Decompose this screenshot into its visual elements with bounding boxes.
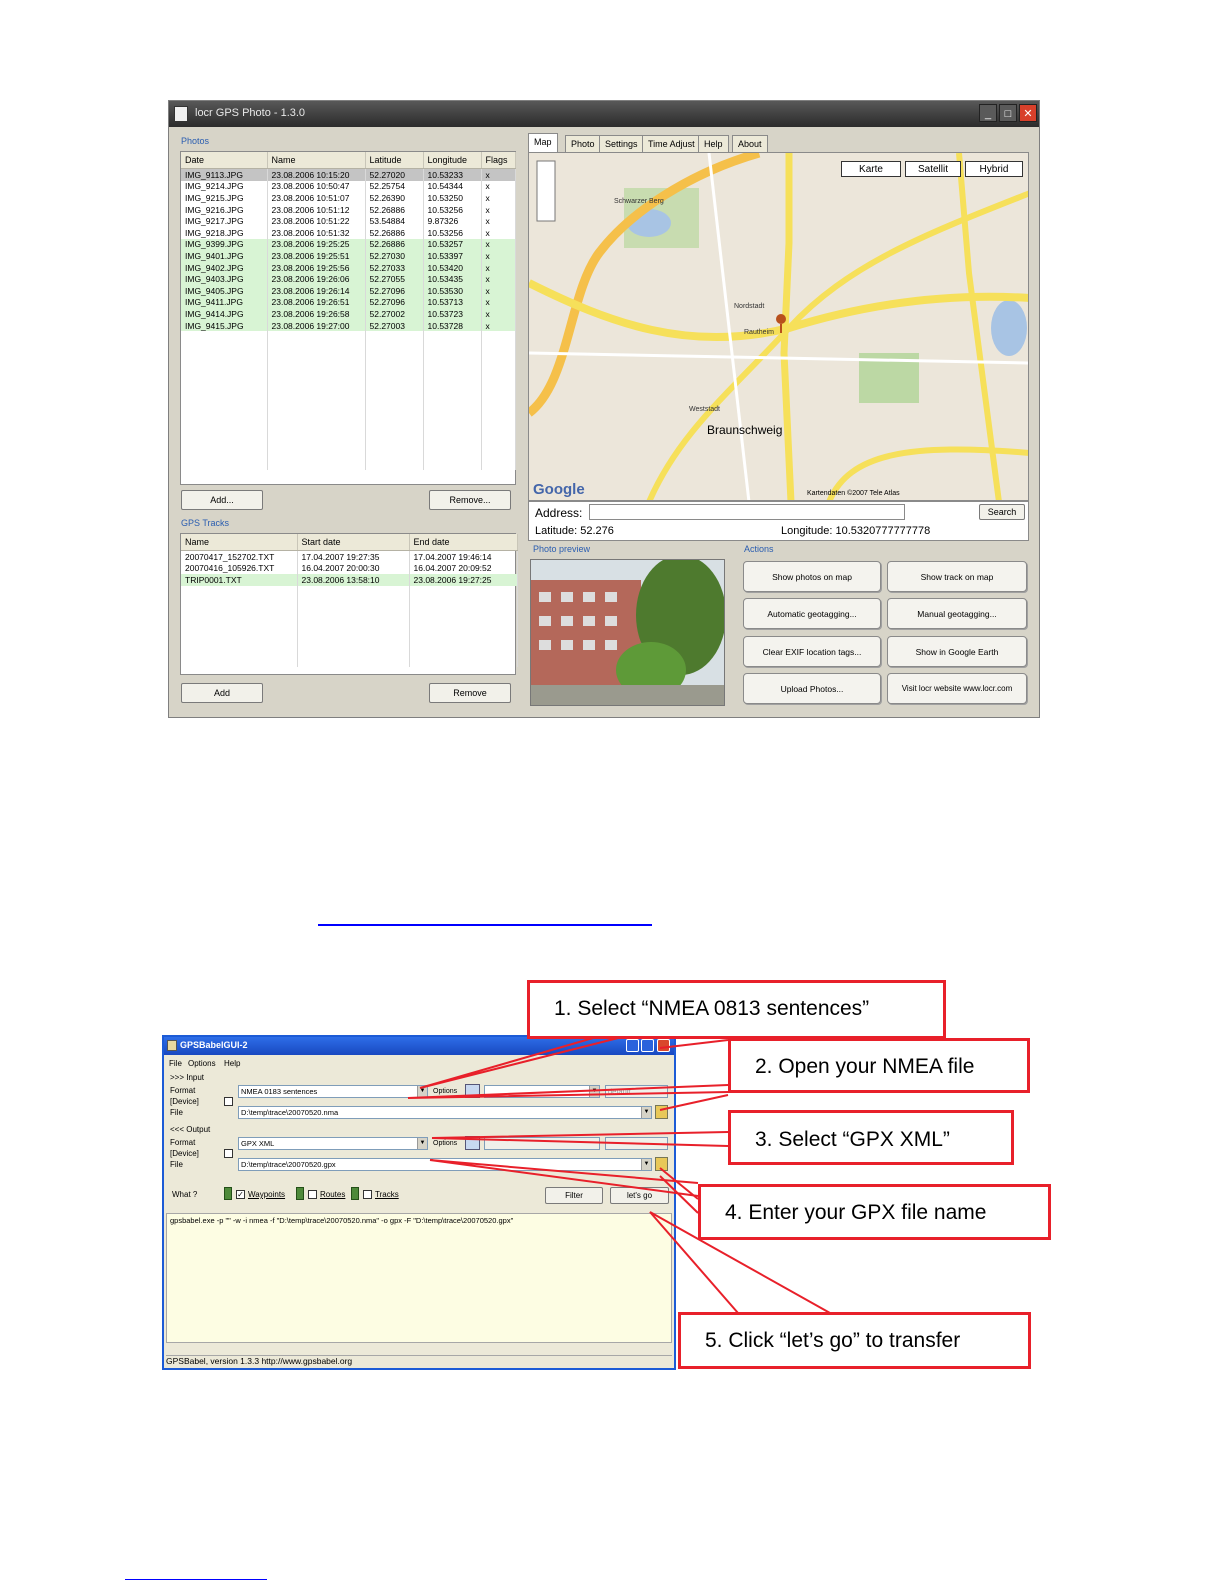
callout-arrows — [407, 1035, 831, 1314]
footnote-underline — [125, 1579, 267, 1580]
callout-step-3: 3. Select “GPX XML” — [728, 1110, 1014, 1165]
callout-step-2: 2. Open your NMEA file — [728, 1038, 1030, 1093]
callout-step-4: 4. Enter your GPX file name — [698, 1184, 1051, 1240]
callout-step-5: 5. Click “let’s go” to transfer — [678, 1312, 1031, 1369]
callout-step-1: 1. Select “NMEA 0813 sentences” — [527, 980, 946, 1039]
